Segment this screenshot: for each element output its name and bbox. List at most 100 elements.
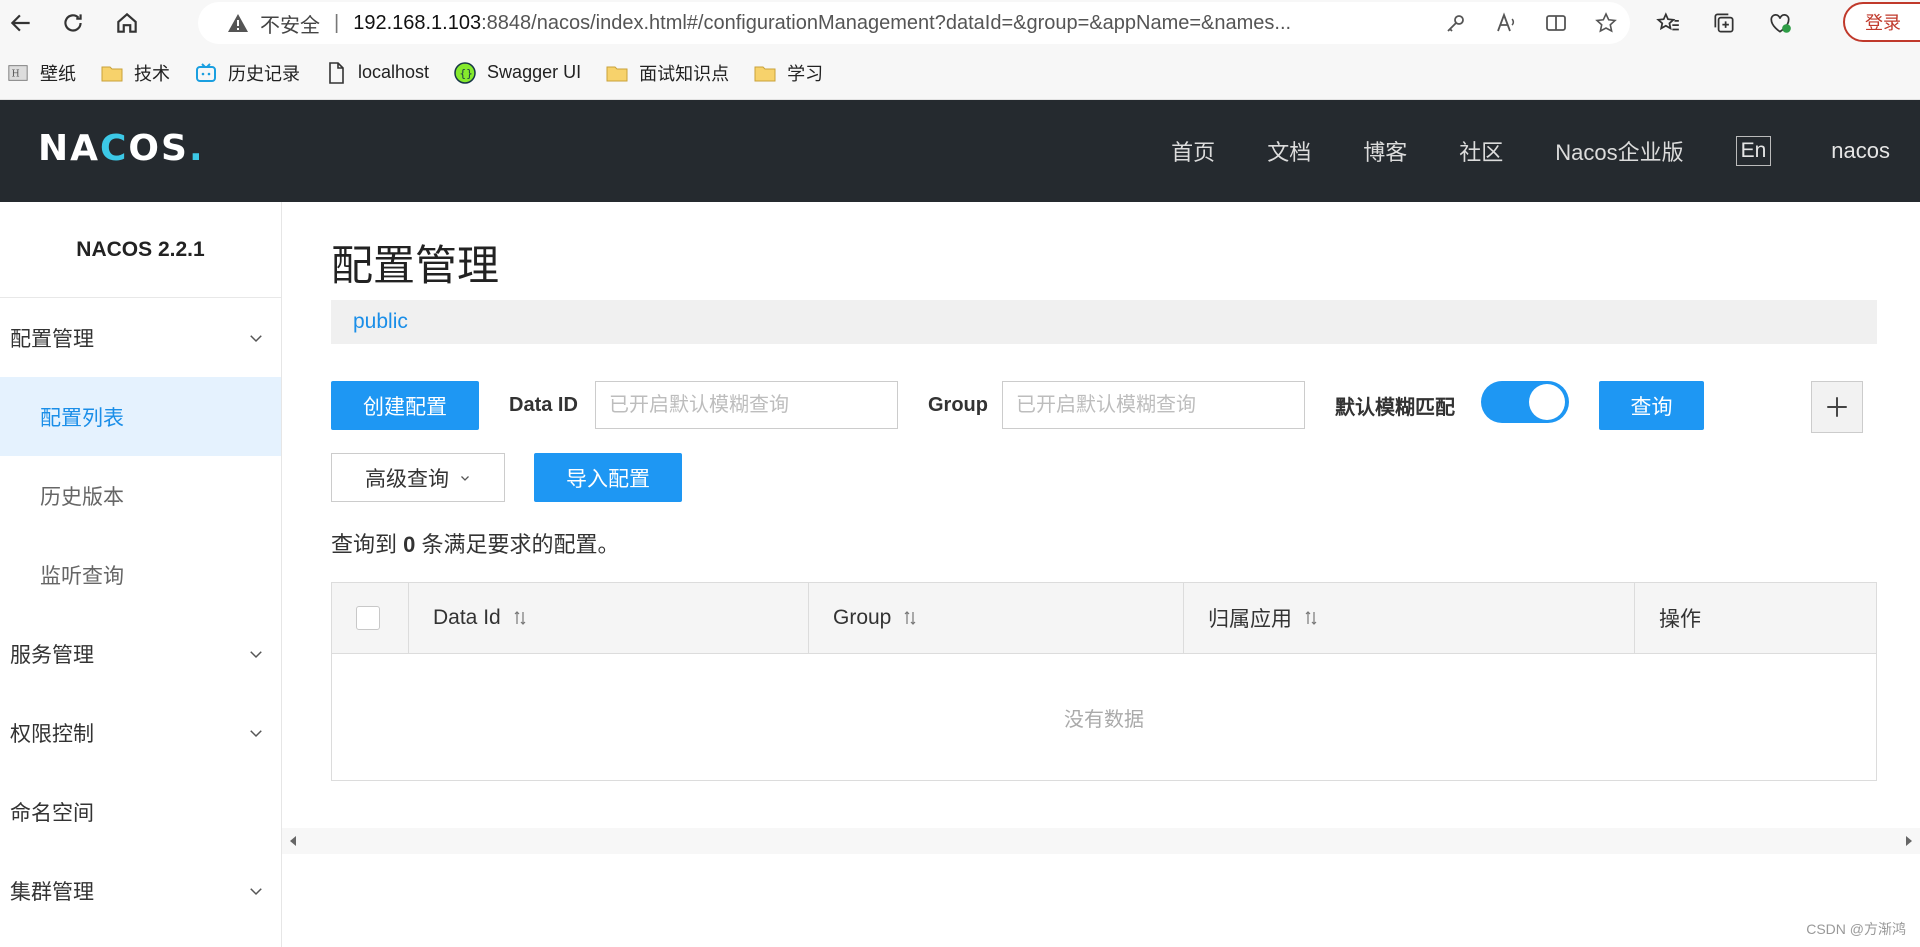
sidebar-item-label: 配置列表 [40, 406, 124, 430]
sidebar-item-label: 服务管理 [10, 643, 94, 667]
user-menu[interactable]: nacos [1831, 138, 1890, 164]
page-title: 配置管理 [331, 242, 500, 289]
sort-icon[interactable] [903, 610, 917, 626]
folder-icon [605, 61, 629, 85]
sidebar-item-listener-query[interactable]: 监听查询 [0, 535, 281, 614]
wallpaper-icon: H [6, 61, 30, 85]
group-input[interactable] [1002, 381, 1305, 429]
create-config-button[interactable]: 创建配置 [331, 381, 479, 430]
bookmark-label: 面试知识点 [639, 63, 730, 84]
namespace-public[interactable]: public [353, 310, 408, 334]
sidebar-item-cluster-management[interactable]: 集群管理 [0, 851, 281, 930]
sidebar: NACOS 2.2.1 配置管理 配置列表 历史版本 监听查询 服务管理 权限控… [0, 202, 282, 947]
select-all-cell [332, 583, 409, 653]
sidebar-item-label: 集群管理 [10, 880, 94, 904]
split-screen-icon[interactable] [1544, 11, 1568, 35]
sidebar-item-namespace[interactable]: 命名空间 [0, 772, 281, 851]
bookmark-label: 历史记录 [228, 63, 300, 84]
sidebar-item-label: 配置管理 [10, 327, 94, 351]
home-icon[interactable] [106, 2, 148, 44]
bookmark-wallpaper[interactable]: H 壁纸 [6, 60, 76, 86]
nacos-logo[interactable]: NACOS. [38, 128, 205, 169]
browser-essentials-icon[interactable] [1767, 10, 1793, 36]
bookmark-label: 技术 [134, 63, 170, 84]
sidebar-item-label: 命名空间 [10, 801, 94, 825]
svg-text:H: H [12, 68, 20, 79]
refresh-icon[interactable] [52, 2, 94, 44]
chevron-down-icon [461, 475, 469, 481]
bookmark-history[interactable]: 历史记录 [194, 60, 300, 86]
nav-home[interactable]: 首页 [1171, 135, 1215, 167]
top-nav: 首页 文档 博客 社区 Nacos企业版 En nacos [1171, 100, 1920, 202]
scroll-left-icon[interactable] [288, 835, 298, 847]
sort-icon[interactable] [513, 610, 527, 626]
main-content: 配置管理 public 创建配置 Data ID Group 默认模糊匹配 查询… [282, 202, 1920, 947]
chevron-down-icon [250, 650, 262, 658]
folder-icon [753, 61, 777, 85]
sidebar-item-config-list[interactable]: 配置列表 [0, 377, 281, 456]
import-config-button[interactable]: 导入配置 [534, 453, 682, 502]
chevron-down-icon [250, 334, 262, 342]
login-button[interactable]: 登录 [1843, 2, 1920, 42]
insecure-label: 不安全 [260, 14, 320, 37]
chevron-down-icon [250, 887, 262, 895]
advanced-query-button[interactable]: 高级查询 [331, 453, 505, 502]
scroll-right-icon[interactable] [1904, 835, 1914, 847]
nav-enterprise[interactable]: Nacos企业版 [1555, 135, 1683, 167]
folder-icon [100, 61, 124, 85]
column-header-actions: 操作 [1635, 583, 1876, 653]
bookmark-tech[interactable]: 技术 [100, 60, 170, 86]
empty-state: 没有数据 [1064, 708, 1144, 731]
namespace-bar: public [331, 300, 1877, 344]
browser-toolbar: 不安全 | 192.168.1.103 :8848/nacos/index.ht… [0, 0, 1920, 46]
bookmark-label: 学习 [787, 63, 824, 84]
select-all-checkbox[interactable] [356, 606, 380, 630]
column-header-app[interactable]: 归属应用 [1184, 583, 1635, 653]
sidebar-item-config-management[interactable]: 配置管理 [0, 298, 281, 377]
bookmark-swagger[interactable]: {} Swagger UI [453, 61, 581, 85]
sidebar-item-service-management[interactable]: 服务管理 [0, 614, 281, 693]
address-bar[interactable]: 不安全 | 192.168.1.103 :8848/nacos/index.ht… [198, 2, 1630, 44]
fuzzy-match-label: 默认模糊匹配 [1335, 397, 1455, 419]
language-switch[interactable]: En [1735, 136, 1772, 166]
group-label: Group [928, 394, 988, 416]
nav-docs[interactable]: 文档 [1267, 135, 1311, 167]
result-suffix: 条满足要求的配置。 [421, 532, 620, 557]
config-table: Data Id Group 归属应用 操作 没有数据 [331, 582, 1877, 781]
swagger-icon: {} [453, 61, 477, 85]
data-id-input[interactable] [595, 381, 898, 429]
collections-icon[interactable] [1711, 10, 1737, 36]
favorite-star-icon[interactable] [1594, 11, 1618, 35]
bookmark-localhost[interactable]: localhost [324, 61, 429, 85]
sort-icon[interactable] [1304, 610, 1318, 626]
data-id-label: Data ID [509, 394, 578, 416]
table-header: Data Id Group 归属应用 操作 [332, 583, 1876, 654]
toggle-knob [1529, 384, 1565, 420]
back-icon[interactable] [0, 2, 42, 44]
bookmark-study[interactable]: 学习 [753, 60, 823, 86]
query-button[interactable]: 查询 [1599, 381, 1704, 430]
nav-community[interactable]: 社区 [1459, 135, 1503, 167]
sidebar-item-access-control[interactable]: 权限控制 [0, 693, 281, 772]
horizontal-scrollbar[interactable] [282, 828, 1920, 854]
column-header-group[interactable]: Group [809, 583, 1184, 653]
result-prefix: 查询到 [331, 532, 398, 557]
url-host: 192.168.1.103 [353, 11, 482, 34]
column-header-data-id[interactable]: Data Id [409, 583, 809, 653]
chevron-down-icon [250, 729, 262, 737]
column-label: 操作 [1659, 608, 1701, 631]
app-header: NACOS. 首页 文档 博客 社区 Nacos企业版 En nacos [0, 100, 1920, 202]
bookmark-label: 壁纸 [40, 63, 76, 84]
favorites-icon[interactable] [1655, 10, 1681, 36]
column-label: 归属应用 [1208, 608, 1292, 631]
result-count: 0 [403, 532, 416, 557]
add-button[interactable] [1811, 381, 1863, 433]
bilibili-icon [194, 61, 218, 85]
warning-icon [228, 14, 248, 32]
sidebar-item-history[interactable]: 历史版本 [0, 456, 281, 535]
fuzzy-match-toggle[interactable] [1481, 381, 1569, 423]
key-icon[interactable] [1444, 11, 1468, 35]
read-aloud-icon[interactable] [1494, 11, 1518, 35]
nav-blog[interactable]: 博客 [1363, 135, 1407, 167]
bookmark-interview[interactable]: 面试知识点 [605, 60, 729, 86]
